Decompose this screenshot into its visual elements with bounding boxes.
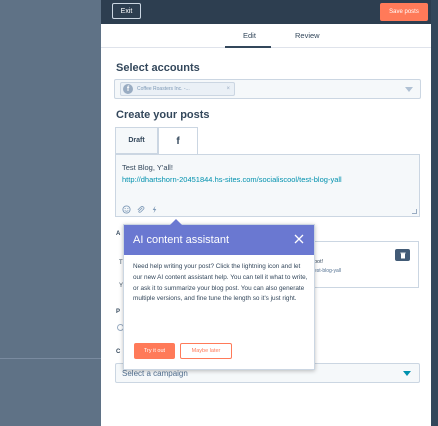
tab-facebook[interactable]: f: [158, 127, 198, 155]
delete-preview-button[interactable]: [395, 249, 410, 261]
chevron-down-icon[interactable]: [405, 87, 413, 92]
resize-handle[interactable]: [412, 209, 417, 214]
preview-url: est-blog-yall: [314, 268, 341, 274]
lightning-icon[interactable]: [150, 205, 159, 214]
remove-account-icon[interactable]: ×: [226, 86, 230, 92]
ai-assistant-popover: AI content assistant Need help writing y…: [123, 219, 315, 370]
attachment-icon[interactable]: [136, 205, 145, 214]
top-bar: Exit Save posts: [101, 0, 431, 24]
chevron-down-icon: [403, 371, 411, 376]
emoji-icon[interactable]: [122, 205, 131, 214]
popover-header: AI content assistant: [124, 225, 314, 255]
obscured-label: P: [116, 309, 121, 315]
active-tab-indicator: [225, 46, 271, 48]
create-posts-heading: Create your posts: [116, 109, 210, 121]
exit-button[interactable]: Exit: [112, 3, 141, 19]
popover-body: Need help writing your post? Click the l…: [133, 263, 308, 303]
tab-edit[interactable]: Edit: [243, 31, 256, 40]
editor-toolbar: [122, 205, 159, 214]
accounts-select[interactable]: f Coffee Roasters Inc. -... ×: [114, 79, 421, 99]
post-text-line: Test Blog, Y'all!: [122, 163, 173, 172]
tab-review[interactable]: Review: [295, 31, 320, 40]
background-divider: [0, 358, 101, 359]
post-network-tabs: Draft f: [115, 127, 420, 155]
select-accounts-heading: Select accounts: [116, 62, 200, 74]
close-icon[interactable]: [293, 232, 305, 244]
maybe-later-button[interactable]: Maybe later: [180, 343, 232, 359]
social-post-editor-panel: Exit Save posts Edit Review Select accou…: [101, 0, 431, 426]
save-posts-button[interactable]: Save posts: [380, 3, 428, 21]
right-edge-strip: [431, 0, 438, 426]
campaign-placeholder: Select a campaign: [122, 369, 188, 378]
background-overlay-left: [0, 0, 101, 426]
obscured-label: C: [116, 349, 121, 355]
popover-title: AI content assistant: [133, 234, 229, 246]
trash-icon: [399, 252, 406, 258]
facebook-icon: f: [176, 136, 180, 147]
post-text-editor[interactable]: Test Blog, Y'all! http://dhartshorn-2045…: [115, 154, 420, 217]
try-it-out-button[interactable]: Try it out: [134, 343, 175, 359]
facebook-icon: f: [123, 84, 133, 94]
account-chip: f Coffee Roasters Inc. -... ×: [120, 82, 235, 96]
editor-tabs: Edit Review: [101, 24, 431, 48]
link-preview-card: pot! est-blog-yall: [311, 241, 419, 288]
obscured-label: A: [116, 231, 121, 237]
preview-title: pot!: [314, 259, 324, 265]
account-chip-label: Coffee Roasters Inc. -...: [137, 86, 190, 92]
post-link[interactable]: http://dhartshorn-20451844.hs-sites.com/…: [122, 175, 342, 184]
tab-draft[interactable]: Draft: [115, 127, 158, 154]
